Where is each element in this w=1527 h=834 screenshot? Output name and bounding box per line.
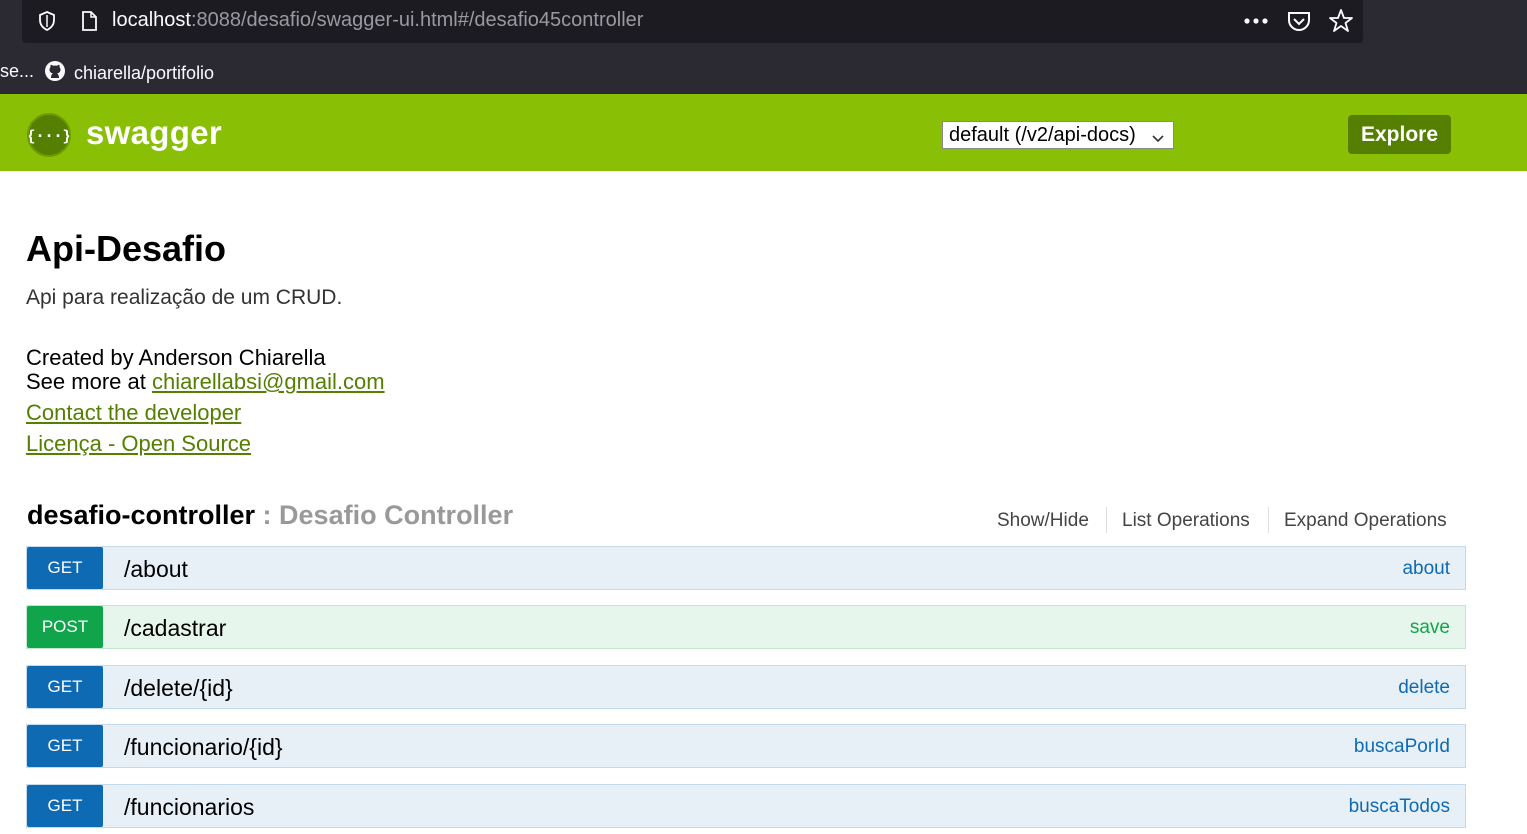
bookmark-label: chiarella/portifolio (74, 62, 215, 83)
github-icon (44, 60, 66, 87)
swagger-logo-icon[interactable]: {···} (26, 113, 72, 157)
method-badge[interactable]: POST (27, 606, 103, 648)
url-path: :8088/desafio/swagger-ui.html#/desafio45… (190, 9, 644, 31)
controller-description: Desafio Controller (279, 500, 514, 530)
show-hide-link[interactable]: Show/Hide (997, 510, 1089, 532)
operation-path[interactable]: /delete/{id} (124, 675, 233, 702)
divider (1268, 507, 1269, 533)
operation-row[interactable]: GET /delete/{id} delete (26, 665, 1466, 709)
license-link[interactable]: Licença - Open Source (26, 431, 251, 456)
controller-separator: : (255, 500, 280, 530)
bookmarks-bar: se... chiarella/portifolio (0, 52, 1527, 92)
api-spec-select-value: default (/v2/api-docs) (949, 123, 1136, 146)
list-operations-link[interactable]: List Operations (1122, 510, 1250, 532)
operation-path[interactable]: /cadastrar (124, 615, 226, 642)
contact-developer-link[interactable]: Contact the developer (26, 400, 241, 425)
api-title: Api-Desafio (26, 228, 227, 269)
bookmark-item[interactable]: chiarella/portifolio (44, 60, 214, 86)
operation-row[interactable]: GET /funcionarios buscaTodos (26, 784, 1466, 828)
method-badge[interactable]: GET (27, 725, 103, 767)
operation-path[interactable]: /about (124, 556, 188, 583)
svg-text:{···}: {···} (29, 127, 69, 145)
browser-toolbar: localhost:8088/desafio/swagger-ui.html#/… (0, 0, 1527, 94)
controller-heading[interactable]: desafio-controller : Desafio Controller (27, 500, 513, 531)
page-icon[interactable] (78, 10, 100, 32)
controller-name[interactable]: desafio-controller (27, 500, 255, 530)
operation-path[interactable]: /funcionarios (124, 794, 254, 821)
chevron-down-icon (1151, 128, 1165, 143)
more-actions-icon[interactable] (1242, 8, 1272, 34)
operation-row[interactable]: POST /cadastrar save (26, 605, 1466, 649)
shield-icon[interactable] (36, 10, 58, 32)
api-spec-select[interactable]: default (/v2/api-docs) (942, 121, 1174, 149)
api-description: Api para realização de um CRUD. (26, 286, 343, 309)
expand-operations-link[interactable]: Expand Operations (1284, 510, 1447, 532)
method-badge[interactable]: GET (27, 666, 103, 708)
url-host: localhost (112, 9, 191, 31)
url-text[interactable]: localhost:8088/desafio/swagger-ui.html#/… (112, 9, 643, 32)
operation-row[interactable]: GET /funcionario/{id} buscaPorId (26, 724, 1466, 768)
swagger-header: {···} swagger (0, 94, 1527, 171)
see-more-line: See more at chiarellabsi@gmail.com (26, 369, 385, 395)
operation-id[interactable]: buscaPorId (1354, 736, 1450, 758)
see-more-prefix: See more at (26, 369, 152, 394)
bookmark-star-icon[interactable] (1328, 8, 1354, 34)
method-badge[interactable]: GET (27, 547, 103, 589)
pocket-icon[interactable] (1286, 8, 1312, 34)
method-badge[interactable]: GET (27, 785, 103, 827)
operation-id[interactable]: buscaTodos (1349, 796, 1450, 818)
contact-line: Contact the developer (26, 400, 241, 426)
operation-row[interactable]: GET /about about (26, 546, 1466, 590)
explore-button[interactable]: Explore (1348, 115, 1451, 154)
divider (1106, 507, 1107, 533)
operation-id[interactable]: save (1410, 617, 1450, 639)
operation-id[interactable]: delete (1398, 677, 1450, 699)
operation-id[interactable]: about (1402, 558, 1450, 580)
operation-path[interactable]: /funcionario/{id} (124, 734, 283, 761)
swagger-title[interactable]: swagger (86, 114, 222, 152)
email-link[interactable]: chiarellabsi@gmail.com (152, 369, 385, 394)
bookmark-overflow[interactable]: se... (0, 61, 34, 82)
created-by: Created by Anderson Chiarella (26, 345, 326, 370)
license-line: Licença - Open Source (26, 431, 251, 457)
address-bar[interactable]: localhost:8088/desafio/swagger-ui.html#/… (22, 0, 1363, 43)
